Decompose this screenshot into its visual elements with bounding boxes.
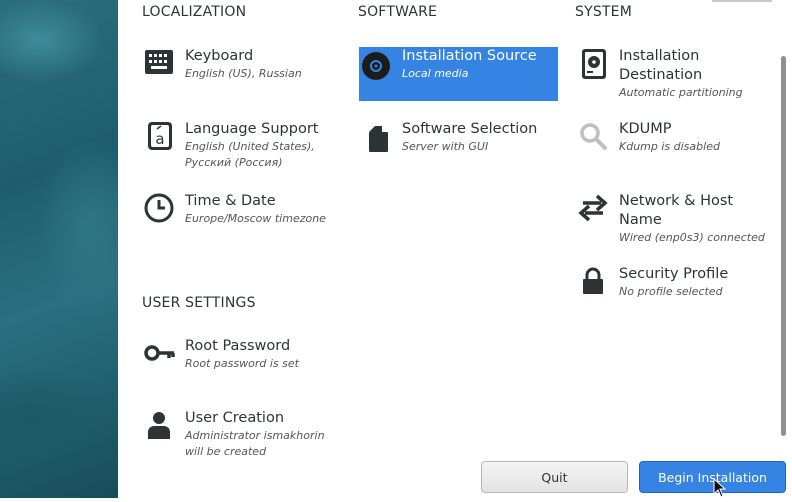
user-settings-header: USER SETTINGS bbox=[142, 295, 256, 311]
sidebar-background bbox=[0, 0, 118, 498]
source-title: Installation Source bbox=[402, 48, 537, 64]
system-header-text: SYSTEM bbox=[575, 4, 633, 20]
quit-button[interactable]: Quit bbox=[481, 461, 628, 493]
system-header: SYSTEM bbox=[575, 0, 695, 20]
spoke-network-host-name[interactable]: Network & Host Name Wired (enp0s3) conne… bbox=[576, 192, 776, 250]
language-title: Language Support bbox=[185, 121, 319, 137]
source-status: Local media bbox=[402, 67, 469, 80]
keyboard-status: English (US), Russian bbox=[185, 67, 302, 80]
kdump-status: Kdump is disabled bbox=[619, 140, 720, 153]
spoke-security-profile[interactable]: Security Profile No profile selected bbox=[576, 265, 776, 313]
spoke-user-creation[interactable]: User Creation Administrator ismakhorin w… bbox=[142, 409, 342, 456]
destination-title-line2: Destination bbox=[619, 67, 703, 83]
spoke-time-date[interactable]: Time & Date Europe/Moscow timezone bbox=[142, 192, 342, 240]
destination-title-line1: Installation bbox=[619, 48, 700, 64]
language-status-line1: English (United States), bbox=[185, 140, 315, 153]
spoke-root-password[interactable]: Root Password Root password is set bbox=[142, 337, 342, 385]
spoke-installation-source[interactable]: Installation Source Local media bbox=[359, 47, 558, 101]
keyboard-icon bbox=[142, 47, 176, 81]
software-status: Server with GUI bbox=[402, 140, 489, 153]
user-title: User Creation bbox=[185, 410, 285, 426]
network-status: Wired (enp0s3) connected bbox=[619, 231, 765, 244]
user-icon bbox=[142, 409, 176, 443]
user-status-line1: Administrator ismakhorin bbox=[185, 429, 325, 442]
localization-header: LOCALIZATION bbox=[142, 0, 342, 20]
software-header-text: SOFTWARE bbox=[358, 4, 438, 20]
network-arrows-icon bbox=[576, 192, 610, 226]
software-header: SOFTWARE bbox=[358, 0, 558, 20]
security-status: No profile selected bbox=[619, 285, 723, 298]
keyboard-title: Keyboard bbox=[185, 48, 254, 64]
kdump-title: KDUMP bbox=[619, 121, 672, 137]
drive-icon bbox=[576, 47, 610, 81]
localization-header-text: LOCALIZATION bbox=[142, 4, 247, 20]
mouse-cursor-icon bbox=[713, 477, 727, 502]
disc-icon bbox=[359, 50, 393, 84]
magnifier-icon bbox=[576, 120, 610, 154]
clock-icon bbox=[142, 192, 176, 226]
root-title: Root Password bbox=[185, 338, 291, 354]
language-status-line2: Русский (Россия) bbox=[185, 156, 283, 169]
root-status: Root password is set bbox=[185, 357, 299, 370]
spoke-keyboard[interactable]: Keyboard English (US), Russian bbox=[142, 47, 342, 95]
user-status-line2: will be created bbox=[185, 445, 267, 456]
top-button-edge bbox=[712, 0, 772, 2]
security-title: Security Profile bbox=[619, 266, 729, 282]
network-title-line1: Network & Host bbox=[619, 193, 734, 209]
package-icon bbox=[359, 120, 393, 154]
spoke-installation-destination[interactable]: Installation Destination Automatic parti… bbox=[576, 47, 776, 105]
time-status: Europe/Moscow timezone bbox=[185, 212, 326, 225]
lock-icon bbox=[576, 265, 610, 299]
language-icon: a bbox=[142, 120, 176, 154]
software-title: Software Selection bbox=[402, 121, 538, 137]
scrollbar[interactable] bbox=[781, 56, 786, 436]
svg-text:a: a bbox=[155, 130, 164, 148]
time-title: Time & Date bbox=[185, 193, 276, 209]
spoke-kdump[interactable]: KDUMP Kdump is disabled bbox=[576, 120, 776, 168]
spoke-language-support[interactable]: a Language Support English (United State… bbox=[142, 120, 342, 176]
destination-status: Automatic partitioning bbox=[619, 86, 743, 99]
network-title-line2: Name bbox=[619, 212, 662, 228]
key-icon bbox=[142, 337, 176, 371]
spoke-software-selection[interactable]: Software Selection Server with GUI bbox=[359, 120, 558, 168]
